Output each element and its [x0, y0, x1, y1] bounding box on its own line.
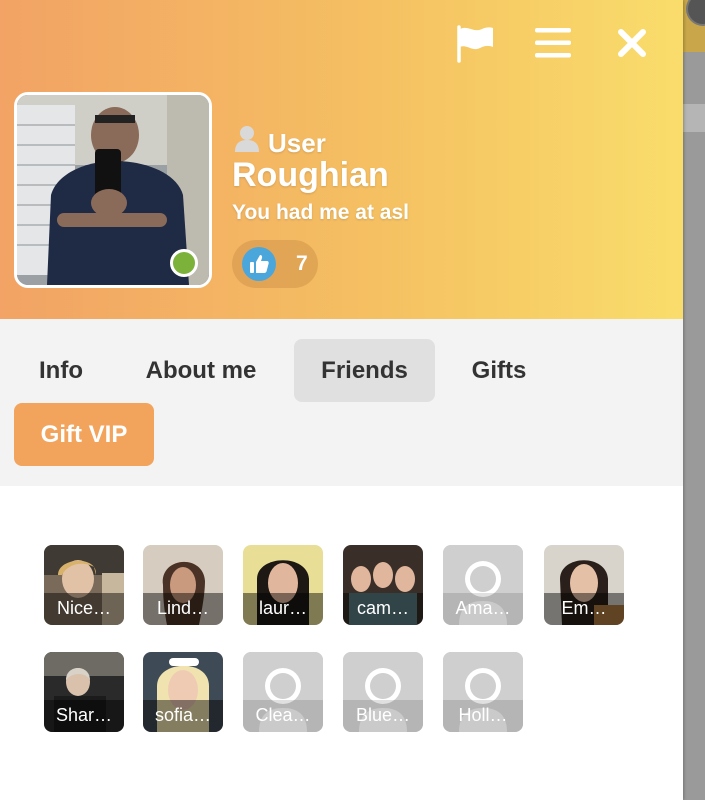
user-rank-icon [234, 125, 260, 158]
close-icon[interactable] [611, 22, 653, 64]
background-band [683, 104, 705, 132]
profile-mood: You had me at asl [232, 201, 409, 224]
friend-name: Em… [561, 598, 607, 618]
user-rank-label: User [268, 128, 326, 158]
friend-tile[interactable]: sofia… [143, 652, 223, 732]
friend-tile[interactable]: laur… [243, 545, 323, 625]
friend-name: sofia… [154, 705, 212, 725]
friend-name: Holl… [458, 705, 508, 725]
friend-name: Blue… [355, 705, 411, 725]
friend-name: Ama… [455, 598, 511, 618]
profile-header: User Roughian You had me at asl 7 [0, 0, 683, 319]
friend-tile[interactable]: Ama… [443, 545, 523, 625]
tab-friends[interactable]: Friends [294, 339, 435, 402]
friend-tile[interactable]: Blue… [343, 652, 423, 732]
friend-name: Nice… [56, 598, 111, 618]
menu-icon[interactable] [532, 22, 574, 64]
flag-icon[interactable] [454, 22, 496, 64]
friend-name: Clea… [255, 705, 311, 725]
friend-tile[interactable]: Lind… [143, 545, 223, 625]
friend-name: Lind… [156, 598, 210, 618]
thumbs-up-icon [242, 247, 276, 281]
like-button[interactable]: 7 [232, 240, 318, 288]
friend-tile[interactable]: Clea… [243, 652, 323, 732]
friend-tile[interactable]: Holl… [443, 652, 523, 732]
tab-about-me[interactable]: About me [128, 339, 274, 402]
profile-panel: User Roughian You had me at asl 7 Info A… [0, 0, 683, 800]
online-status-dot [170, 249, 198, 277]
tab-info[interactable]: Info [14, 339, 108, 402]
tab-gifts[interactable]: Gifts [454, 339, 544, 402]
friend-name: Shar… [55, 705, 113, 725]
rank-row: User [234, 126, 326, 158]
friend-tile[interactable]: Em… [544, 545, 624, 625]
friend-tile[interactable]: Nice… [44, 545, 124, 625]
gift-vip-button[interactable]: Gift VIP [14, 403, 154, 466]
profile-username: Roughian [232, 156, 389, 194]
friend-tile[interactable]: Shar… [44, 652, 124, 732]
friend-tile[interactable]: cam… [343, 545, 423, 625]
like-count: 7 [296, 252, 308, 275]
friend-name: cam… [356, 598, 409, 618]
friend-name: laur… [258, 598, 307, 618]
